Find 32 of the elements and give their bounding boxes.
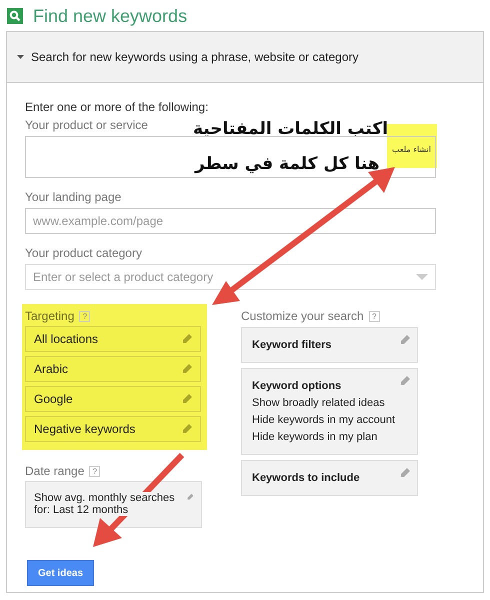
pencil-icon	[400, 335, 410, 345]
annotation-text: اكتب الكلمات المفتاحية	[193, 119, 388, 139]
section-toggle[interactable]: Search for new keywords using a phrase, website or category	[17, 50, 358, 64]
section-label: Date range	[25, 464, 84, 478]
section-label: Targeting	[25, 309, 74, 323]
option-card[interactable]: Keyword options Show broadly related ideas Hide keywords in my account Hide keywords in my plan	[241, 368, 418, 455]
annotation-text: هنا كل كلمة في سطر	[195, 154, 380, 174]
help-icon[interactable]: ?	[368, 310, 380, 322]
targeting-item[interactable]: Google	[25, 386, 201, 412]
search-icon	[7, 8, 23, 24]
help-icon[interactable]: ?	[89, 466, 100, 476]
section-label: Customize your search	[241, 309, 364, 323]
option-card[interactable]: Keywords to include	[241, 460, 418, 496]
pencil-icon	[182, 364, 192, 374]
date-range-card[interactable]: Show avg. monthly searches for: Last 12 months	[25, 481, 202, 528]
field-label: Your product category	[25, 246, 142, 260]
landing-page-field[interactable]: www.example.com/page	[25, 208, 436, 234]
pencil-icon	[182, 394, 192, 404]
pencil-icon	[182, 424, 192, 434]
field-label: Your landing page	[25, 190, 122, 204]
dropdown-arrow-icon	[416, 274, 428, 280]
page-title: Find new keywords	[33, 6, 188, 26]
option-card[interactable]: Keyword filters	[241, 327, 418, 363]
targeting-item[interactable]: All locations	[25, 326, 201, 352]
form-intro: Enter one or more of the following:	[25, 100, 210, 114]
pencil-icon	[400, 376, 410, 386]
pencil-icon	[400, 468, 410, 478]
targeting-item[interactable]: Arabic	[25, 356, 201, 382]
field-label: Your product or service	[25, 118, 148, 132]
pencil-icon	[182, 334, 192, 344]
targeting-item[interactable]: Negative keywords	[25, 416, 201, 442]
caret-icon	[17, 55, 24, 59]
